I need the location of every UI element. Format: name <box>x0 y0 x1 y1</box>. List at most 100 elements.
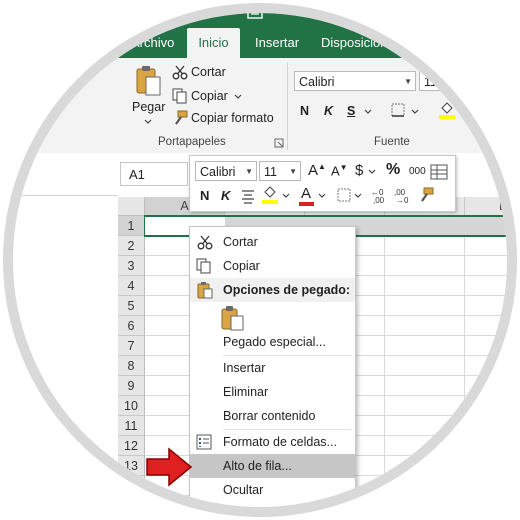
menu-item-cut[interactable]: Cortar <box>190 230 355 254</box>
touch-mode-icon[interactable] <box>246 3 264 21</box>
menu-item-copy[interactable]: Copiar <box>190 254 355 278</box>
font-name-box[interactable]: Calibri ▼ <box>294 71 416 91</box>
paste-dropdown-icon[interactable] <box>144 118 152 126</box>
red-arrow-icon <box>146 447 193 487</box>
copy-icon[interactable] <box>172 88 188 104</box>
borders-icon[interactable] <box>390 102 406 118</box>
name-box[interactable]: A1 <box>120 162 188 186</box>
row-header[interactable] <box>118 496 145 516</box>
menu-section-paste-options: Opciones de pegado: <box>190 278 355 302</box>
menu-item-label: Formato de celdas... <box>223 435 337 449</box>
copy-dropdown-icon[interactable] <box>234 93 242 101</box>
italic-button[interactable]: K <box>324 104 333 118</box>
percent-button[interactable]: % <box>386 161 400 179</box>
currency-dropdown-icon[interactable] <box>368 168 376 176</box>
mini-borders-icon[interactable] <box>336 187 352 203</box>
menu-item-delete[interactable]: Eliminar <box>190 380 355 404</box>
increase-decimal-icon[interactable]: ←0,00 <box>370 186 390 204</box>
menu-item-label: Copiar <box>223 259 260 273</box>
currency-button[interactable]: $ <box>355 162 363 179</box>
grid-line <box>384 216 385 520</box>
row-header[interactable]: 12 <box>118 436 145 456</box>
paste-button-label[interactable]: Pegar <box>132 100 165 114</box>
excel-window: Archivo Inicio Insertar Disposición de P… <box>0 0 520 520</box>
ribbon: Pegar Cortar Copiar Copiar formato Porta… <box>0 58 520 154</box>
group-separator <box>287 62 288 150</box>
row-header[interactable]: 1 <box>118 216 145 236</box>
customize-icon[interactable] <box>272 6 282 16</box>
decrease-decimal-icon[interactable]: ,00→0 <box>393 186 413 204</box>
mini-font-name-box[interactable]: Calibri ▼ <box>195 161 257 181</box>
scissors-icon[interactable] <box>172 64 188 80</box>
font-color-dropdown-icon[interactable] <box>318 192 326 200</box>
mini-format-painter-icon[interactable] <box>418 187 434 203</box>
thousands-button[interactable]: 000 <box>409 166 426 177</box>
tab-inicio[interactable]: Inicio <box>187 28 240 58</box>
row-header[interactable] <box>118 476 145 496</box>
font-color-swatch <box>299 202 314 206</box>
mini-font-color-button[interactable]: A <box>301 185 311 202</box>
row-header[interactable]: 13 <box>118 456 145 476</box>
row-header[interactable]: 6 <box>118 316 145 336</box>
menu-item-label: Mostrar <box>223 507 266 520</box>
row-header[interactable]: 10 <box>118 396 145 416</box>
menu-item-paste-special[interactable]: Pegado especial... <box>190 330 355 354</box>
fill-dropdown-icon[interactable] <box>282 192 290 200</box>
mini-italic-button[interactable]: K <box>221 188 230 203</box>
copy-button[interactable]: Copiar <box>191 89 228 103</box>
fill-color-icon[interactable] <box>438 100 456 120</box>
row-header[interactable]: 7 <box>118 336 145 356</box>
menu-item-insert[interactable]: Insertar <box>190 356 355 380</box>
tab-insertar[interactable]: Insertar <box>255 28 299 58</box>
column-header-e[interactable]: E <box>465 197 520 216</box>
align-center-icon[interactable] <box>240 188 256 204</box>
menu-item-label: Eliminar <box>223 385 269 399</box>
menu-item-label: Pegado especial... <box>223 335 326 349</box>
font-group-label: Fuente <box>374 136 410 148</box>
undo-icon[interactable] <box>200 4 216 20</box>
mini-font-size-box[interactable]: 11 ▼ <box>259 161 301 181</box>
tab-disposicion[interactable]: Disposición de <box>321 28 406 58</box>
row-header[interactable]: 9 <box>118 376 145 396</box>
menu-item-row-height[interactable]: Alto de fila... <box>190 454 355 478</box>
menu-item-label: Opciones de pegado: <box>223 283 351 297</box>
menu-item-unhide[interactable]: Mostrar <box>190 502 355 520</box>
bold-button[interactable]: N <box>300 104 309 118</box>
format-table-icon[interactable] <box>430 163 448 181</box>
menu-item-label: Alto de fila... <box>223 459 292 473</box>
row-header[interactable]: 3 <box>118 256 145 276</box>
row-header[interactable]: 11 <box>118 416 145 436</box>
format-painter-button[interactable]: Copiar formato <box>191 111 274 125</box>
row-header[interactable]: 5 <box>118 296 145 316</box>
menu-item-label: Insertar <box>223 361 266 375</box>
menu-item-format-cells[interactable]: Formato de celdas... <box>190 430 355 454</box>
underline-dropdown-icon[interactable] <box>364 108 372 116</box>
chevron-down-icon[interactable] <box>228 6 238 16</box>
clipboard-group-label: Portapapeles <box>158 136 226 148</box>
paste-icon[interactable] <box>221 305 245 331</box>
dialog-launcher-icon[interactable] <box>274 138 284 148</box>
mini-borders-dropdown-icon[interactable] <box>354 192 362 200</box>
format-painter-icon[interactable] <box>172 110 188 126</box>
row-header[interactable]: 2 <box>118 236 145 256</box>
title-bar <box>0 0 520 28</box>
shrink-font-button[interactable]: A▼ <box>331 163 348 178</box>
grow-font-button[interactable]: A▲ <box>308 162 326 179</box>
underline-button[interactable]: S <box>347 104 355 118</box>
cut-button[interactable]: Cortar <box>191 65 226 79</box>
menu-item-label: Borrar contenido <box>223 409 316 423</box>
font-size-box[interactable]: 11 <box>419 71 469 91</box>
tab-archivo[interactable]: Archivo <box>131 28 174 58</box>
paste-icon[interactable] <box>135 64 163 98</box>
mini-bold-button[interactable]: N <box>200 188 209 203</box>
clipboard-icon <box>197 282 213 299</box>
menu-item-hide[interactable]: Ocultar <box>190 478 355 502</box>
borders-dropdown-icon[interactable] <box>411 108 419 116</box>
row-header[interactable]: 4 <box>118 276 145 296</box>
mini-fill-color-icon[interactable] <box>261 185 279 205</box>
row-header[interactable]: 8 <box>118 356 145 376</box>
copy-icon <box>196 258 211 274</box>
select-all-corner[interactable] <box>118 197 145 216</box>
ribbon-tabs: Archivo Inicio Insertar Disposición de <box>0 28 520 58</box>
menu-item-clear-contents[interactable]: Borrar contenido <box>190 404 355 428</box>
